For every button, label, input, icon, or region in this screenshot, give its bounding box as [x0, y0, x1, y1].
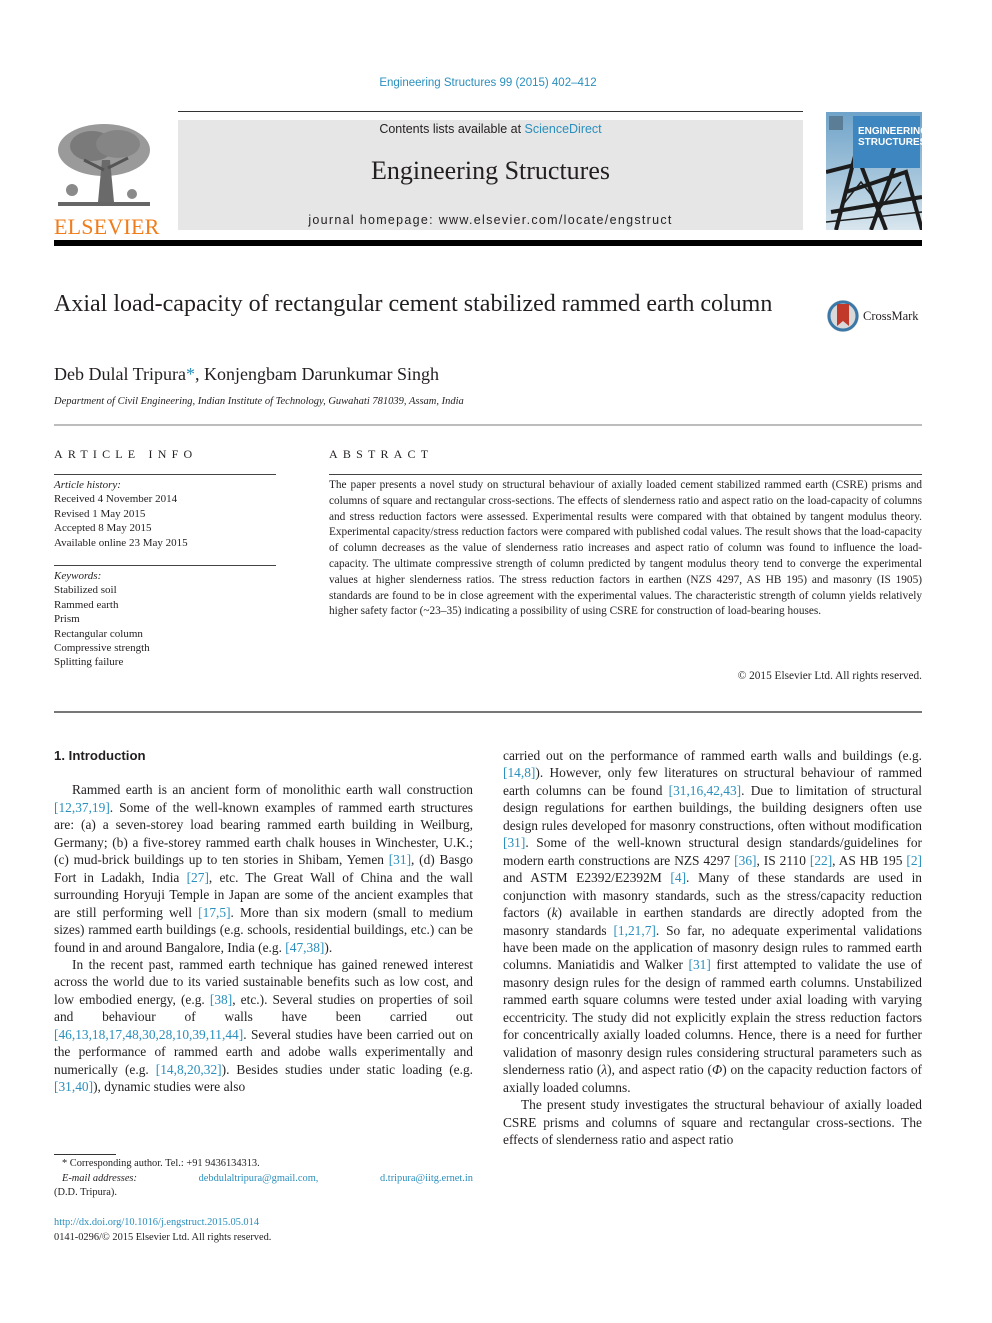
email-line: E-mail addresses: debdulaltripura@gmail.…	[54, 1172, 473, 1187]
email-label: E-mail addresses:	[62, 1172, 137, 1184]
issn-copyright: 0141-0296/© 2015 Elsevier Ltd. All right…	[54, 1231, 272, 1243]
corresponding-author-note: * Corresponding author. Tel.: +91 943613…	[62, 1158, 260, 1169]
right-paragraphs: carried out on the performance of rammed…	[503, 747, 922, 1148]
contents-prefix: Contents lists available at	[379, 122, 525, 136]
author-separator: ,	[195, 364, 204, 384]
history-entry: Accepted 8 May 2015	[54, 522, 152, 535]
cover-title-line2: STRUCTURES	[858, 137, 922, 148]
journal-homepage[interactable]: journal homepage: www.elsevier.com/locat…	[178, 213, 803, 227]
history-entry: Revised 1 May 2015	[54, 507, 146, 520]
body-text: and ASTM E2392/E2392M	[503, 870, 671, 886]
cover-title-line1: ENGINEERING	[858, 126, 922, 137]
history-entry: Received 4 November 2014	[54, 493, 178, 506]
citation-link[interactable]: [36]	[734, 853, 756, 868]
math-symbol: Φ	[711, 1062, 723, 1078]
crossmark-icon	[827, 300, 859, 332]
body-text: Rammed earth is an ancient form of monol…	[72, 782, 473, 798]
title-divider	[54, 424, 922, 426]
header-thick-rule	[54, 240, 922, 246]
section-heading-introduction: 1. Introduction	[54, 748, 146, 763]
elsevier-tree-icon	[54, 120, 154, 210]
keyword: Prism	[54, 613, 80, 626]
journal-masthead: Contents lists available at ScienceDirec…	[178, 120, 803, 230]
citation-link[interactable]: [14,8,20,32]	[156, 1062, 222, 1077]
keyword: Rammed earth	[54, 598, 119, 611]
citation-link[interactable]: [38]	[210, 992, 232, 1007]
body-text: ).	[324, 939, 333, 955]
article-history: Article history: Received 4 November 201…	[54, 478, 276, 550]
citation-link[interactable]: [31,16,42,43]	[669, 783, 742, 798]
body-text: ), dynamic studies were also	[93, 1079, 246, 1095]
author-list: Deb Dulal Tripura*, Konjengbam Darunkuma…	[54, 364, 439, 385]
citation-link[interactable]: [31,40]	[54, 1079, 93, 1094]
crossmark-label: CrossMark	[863, 308, 919, 323]
left-paragraphs: Rammed earth is an ancient form of monol…	[54, 781, 473, 1095]
body-text: carried out on the performance of rammed…	[503, 748, 922, 763]
body-text: ). Besides studies under static loading …	[221, 1061, 473, 1077]
citation-link[interactable]: [47,38]	[285, 940, 324, 955]
citation-link[interactable]: [12,37,19]	[54, 800, 110, 815]
header-rule	[178, 111, 803, 112]
footnote-rule	[54, 1154, 116, 1155]
body-text: ), and aspect ratio (	[607, 1062, 712, 1078]
elsevier-logo[interactable]: ELSEVIER	[54, 120, 160, 239]
footnotes: * Corresponding author. Tel.: +91 943613…	[54, 1157, 473, 1201]
citation-link[interactable]: [27]	[187, 870, 209, 885]
citation-link[interactable]: [31]	[689, 957, 711, 972]
body-column-left: 1. Introduction Rammed earth is an ancie…	[54, 747, 473, 1096]
article-info-rule	[54, 474, 276, 475]
body-text: , IS 2110	[756, 852, 810, 868]
journal-title: Engineering Structures	[371, 156, 610, 185]
citation-link[interactable]: [31]	[389, 852, 411, 867]
citation-link[interactable]: [46,13,18,17,48,30,28,10,39,11,44]	[54, 1027, 243, 1042]
body-text: first attempted to validate the use of m…	[503, 957, 923, 1078]
affiliation: Department of Civil Engineering, Indian …	[54, 396, 464, 407]
corresponding-author-mark[interactable]: *	[186, 364, 195, 384]
author-name[interactable]: Konjengbam Darunkumar Singh	[204, 364, 439, 384]
doi-link[interactable]: http://dx.doi.org/10.1016/j.engstruct.20…	[54, 1216, 271, 1231]
email-link[interactable]: debdulaltripura@gmail.com,	[199, 1172, 319, 1187]
body-paragraph: carried out on the performance of rammed…	[503, 747, 922, 1096]
keywords: Keywords: Stabilized soil Rammed earth P…	[54, 569, 276, 670]
citation-link[interactable]: [1,21,7]	[613, 923, 655, 938]
abstract-text: The paper presents a novel study on stru…	[329, 479, 922, 618]
keywords-rule	[54, 565, 276, 566]
body-text: , AS HB 195	[832, 852, 907, 868]
email-owner: (D.D. Tripura).	[54, 1187, 117, 1198]
keywords-label: Keywords:	[54, 570, 102, 582]
abstract-divider	[54, 711, 922, 713]
journal-citation-link[interactable]: Engineering Structures 99 (2015) 402–412	[0, 77, 976, 89]
doi-block: http://dx.doi.org/10.1016/j.engstruct.20…	[54, 1216, 271, 1245]
body-column-right: carried out on the performance of rammed…	[503, 747, 922, 1148]
citation-link[interactable]: [2]	[906, 853, 922, 868]
keyword: Rectangular column	[54, 627, 143, 640]
sciencedirect-link[interactable]: ScienceDirect	[525, 122, 602, 136]
article-info-heading: ARTICLE INFO	[54, 447, 198, 461]
author-name[interactable]: Deb Dulal Tripura	[54, 364, 186, 384]
journal-cover-image[interactable]: ENGINEERING STRUCTURES	[826, 112, 922, 230]
citation-link[interactable]: [22]	[810, 853, 832, 868]
citation-link[interactable]: [31]	[503, 835, 525, 850]
history-entry: Available online 23 May 2015	[54, 536, 188, 549]
keyword: Splitting failure	[54, 656, 124, 669]
article-history-label: Article history:	[54, 479, 121, 491]
body-paragraph: Rammed earth is an ancient form of monol…	[54, 781, 473, 956]
body-paragraph: The present study investigates the struc…	[503, 1096, 922, 1148]
contents-available-line: Contents lists available at ScienceDirec…	[178, 122, 803, 136]
email-link[interactable]: d.tripura@iitg.ernet.in	[380, 1172, 473, 1187]
body-text: The present study investigates the struc…	[503, 1097, 922, 1147]
cover-title-box: ENGINEERING STRUCTURES	[853, 116, 922, 168]
elsevier-wordmark: ELSEVIER	[54, 214, 160, 239]
keyword: Stabilized soil	[54, 584, 117, 597]
abstract-copyright: © 2015 Elsevier Ltd. All rights reserved…	[737, 670, 922, 682]
crossmark-button[interactable]: CrossMark	[826, 298, 926, 334]
abstract-rule	[329, 474, 922, 475]
keyword: Compressive strength	[54, 642, 150, 655]
abstract-heading: ABSTRACT	[329, 447, 434, 461]
paper-title: Axial load-capacity of rectangular cemen…	[54, 291, 773, 317]
citation-link[interactable]: [4]	[670, 870, 686, 885]
citation-link[interactable]: [17,5]	[198, 905, 230, 920]
citation-link[interactable]: [14,8]	[503, 765, 535, 780]
body-paragraph: In the recent past, rammed earth techniq…	[54, 956, 473, 1096]
